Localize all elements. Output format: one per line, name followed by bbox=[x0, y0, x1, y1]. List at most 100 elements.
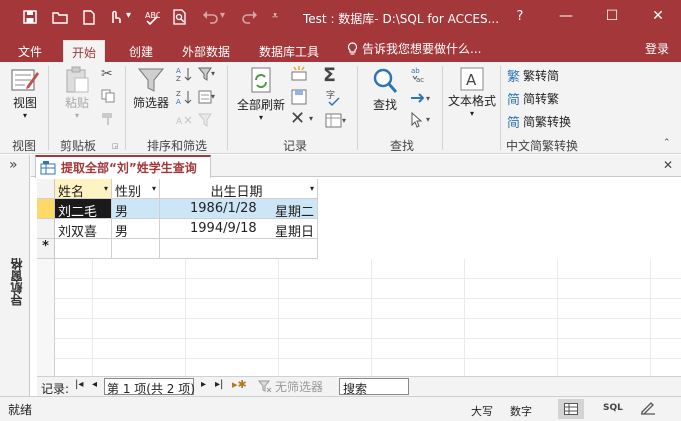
sort-ascending-icon[interactable]: AZ bbox=[176, 66, 192, 85]
new-row-marker[interactable]: * bbox=[37, 239, 55, 259]
table-cell-name[interactable]: 刘二毛 bbox=[55, 199, 112, 219]
close-document-button[interactable]: ✕ bbox=[663, 158, 673, 172]
refresh-dropdown-icon: ▾ bbox=[258, 113, 263, 122]
save-icon[interactable] bbox=[20, 7, 40, 27]
next-record-icon[interactable]: ▸ bbox=[201, 379, 206, 390]
svg-text:ab: ab bbox=[411, 67, 420, 75]
cut-icon[interactable]: ✂ bbox=[101, 66, 113, 82]
minimize-button[interactable]: — bbox=[543, 0, 589, 32]
table-cell-birthdate[interactable]: 1994/9/18 星期日 bbox=[160, 219, 318, 239]
row-selector[interactable] bbox=[37, 219, 55, 239]
touch-dropdown-icon[interactable]: ▾ bbox=[126, 10, 131, 21]
tab-home[interactable]: 开始 bbox=[63, 40, 106, 62]
row-selector[interactable] bbox=[37, 199, 55, 219]
record-navigator: 记录: |◂ ◂ 第 1 项(共 2 项) ▸ ▸| ▸✱ 无筛选器 搜索 bbox=[37, 376, 681, 396]
svg-text:Z: Z bbox=[176, 90, 181, 98]
new-row-cell[interactable] bbox=[160, 239, 318, 259]
column-birthdate-dropdown-icon[interactable]: ▾ bbox=[310, 184, 314, 193]
trad-to-simp-button[interactable]: 繁 繁转简 bbox=[507, 66, 559, 85]
chinese-convert-button[interactable]: 简 简繁转换 bbox=[507, 112, 571, 131]
empty-selector-column bbox=[37, 259, 55, 376]
column-header-name[interactable]: 姓名 ▾ bbox=[55, 179, 112, 199]
birthdate-value: 1986/1/28 bbox=[190, 201, 257, 216]
magnifier-icon bbox=[373, 68, 398, 93]
column-gender-dropdown-icon[interactable]: ▾ bbox=[152, 184, 156, 193]
paste-button[interactable]: 粘贴 ▾ bbox=[58, 66, 96, 120]
column-header-birthdate[interactable]: 出生日期 ▾ bbox=[160, 179, 318, 199]
nav-pane-label[interactable]: 导航窗格 bbox=[8, 258, 24, 306]
previous-record-icon[interactable]: ◂ bbox=[92, 379, 97, 390]
view-button[interactable]: 视图 ▾ bbox=[8, 64, 42, 130]
column-header-gender[interactable]: 性别 ▾ bbox=[112, 179, 160, 199]
refresh-icon bbox=[251, 67, 271, 93]
last-record-icon[interactable]: ▸| bbox=[215, 379, 223, 390]
table-cell-name[interactable]: 刘双喜 bbox=[55, 219, 112, 239]
svg-text:▾: ▾ bbox=[211, 92, 215, 101]
status-bar: 就绪 大写 数字 SQL bbox=[0, 396, 681, 421]
tab-external-data[interactable]: 外部数据 bbox=[174, 40, 238, 62]
selection-filter-icon[interactable]: ▾ bbox=[197, 66, 218, 85]
sign-in-link[interactable]: 登录 bbox=[645, 40, 669, 57]
new-document-icon[interactable] bbox=[79, 7, 99, 27]
tab-create[interactable]: 创建 bbox=[121, 40, 161, 62]
filter-label: 筛选器 bbox=[132, 96, 169, 110]
collapse-ribbon-icon[interactable]: ⌃ bbox=[663, 138, 671, 148]
group-separator bbox=[442, 66, 443, 150]
svg-text:ac: ac bbox=[416, 76, 424, 84]
new-row-cell[interactable] bbox=[55, 239, 112, 259]
table-cell-gender[interactable]: 男 bbox=[112, 219, 160, 239]
record-position-input[interactable]: 第 1 项(共 2 项) bbox=[104, 378, 195, 396]
delete-dropdown-icon[interactable]: ▾ bbox=[309, 114, 313, 123]
tell-me-box[interactable]: 告诉我您想要做什么... bbox=[347, 40, 481, 57]
clipboard-launcher-icon[interactable]: ◲ bbox=[112, 142, 119, 150]
svg-text:▾: ▾ bbox=[342, 116, 346, 125]
open-folder-icon[interactable] bbox=[50, 7, 70, 27]
column-name-dropdown-icon[interactable]: ▾ bbox=[104, 184, 108, 193]
table-cell-birthdate[interactable]: 1986/1/28 星期二 bbox=[160, 199, 318, 219]
tab-file[interactable]: 文件 bbox=[10, 40, 50, 62]
copy-icon[interactable] bbox=[101, 89, 115, 106]
simp-to-trad-label: 简转繁 bbox=[523, 92, 560, 106]
save-record-icon[interactable] bbox=[291, 89, 307, 108]
refresh-all-button[interactable]: 全部刷新 ▾ bbox=[236, 66, 286, 122]
sql-view-button[interactable]: SQL bbox=[603, 403, 623, 413]
replace-icon[interactable]: ab ac bbox=[410, 66, 428, 87]
clipboard-group-label: 剪贴板 bbox=[60, 139, 97, 153]
delete-record-icon[interactable]: ✕ bbox=[290, 108, 305, 129]
select-all-corner[interactable] bbox=[37, 179, 55, 199]
no-filter-button[interactable]: 无筛选器 bbox=[258, 378, 323, 395]
table-cell-gender[interactable]: 男 bbox=[112, 199, 160, 219]
expand-nav-button[interactable]: » bbox=[9, 157, 18, 173]
spelling-icon[interactable]: ABC bbox=[142, 7, 162, 27]
first-record-icon[interactable]: |◂ bbox=[75, 379, 83, 390]
new-record-nav-icon[interactable]: ▸✱ bbox=[232, 378, 247, 391]
views-group-label: 视图 bbox=[12, 139, 37, 153]
advanced-filter-icon[interactable]: ▾ bbox=[198, 89, 218, 108]
find-button[interactable]: 查找 bbox=[366, 66, 404, 113]
undo-dropdown-icon: ▾ bbox=[220, 10, 226, 21]
go-to-icon[interactable]: ▾ bbox=[410, 91, 434, 108]
simp-to-trad-button[interactable]: 简 简转繁 bbox=[507, 89, 559, 108]
search-box[interactable]: 搜索 bbox=[339, 378, 409, 396]
more-records-icon[interactable]: ▾ bbox=[325, 113, 349, 132]
new-record-icon[interactable] bbox=[291, 66, 307, 85]
sort-descending-icon[interactable]: ZA bbox=[176, 89, 192, 108]
tab-database-tools[interactable]: 数据库工具 bbox=[251, 40, 327, 62]
customize-toolbar-icon[interactable]: ⩡ bbox=[272, 9, 278, 23]
svg-text:Z: Z bbox=[176, 75, 181, 82]
spelling-check-icon[interactable]: 字 bbox=[325, 89, 343, 110]
totals-icon[interactable]: Σ bbox=[323, 64, 336, 86]
new-row-cell[interactable] bbox=[112, 239, 160, 259]
query-tab[interactable]: 提取全部“刘”姓学生查询 bbox=[35, 155, 211, 178]
maximize-button[interactable]: ☐ bbox=[589, 0, 635, 32]
num-lock-indicator: 数字 bbox=[510, 405, 532, 418]
datasheet-view-button[interactable] bbox=[558, 399, 584, 419]
close-button[interactable]: ✕ bbox=[635, 0, 681, 32]
design-view-button[interactable] bbox=[640, 401, 656, 418]
touch-mode-icon[interactable] bbox=[105, 7, 125, 27]
filter-button[interactable]: 筛选器 bbox=[131, 66, 171, 111]
text-format-button[interactable]: A 文本格式 ▾ bbox=[446, 66, 498, 118]
help-button[interactable]: ? bbox=[497, 0, 543, 32]
select-icon[interactable]: ▾ bbox=[410, 111, 434, 131]
print-preview-icon[interactable] bbox=[170, 7, 190, 27]
